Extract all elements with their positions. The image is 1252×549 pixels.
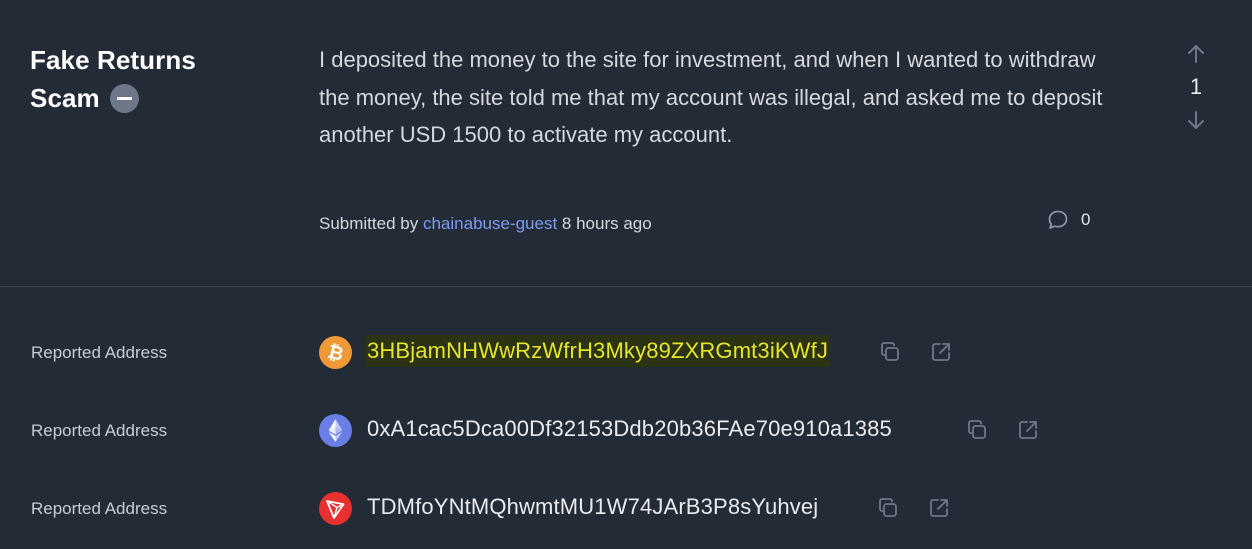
submitted-by: Submitted by chainabuse-guest 8 hours ag… [319, 212, 652, 236]
vote-controls: 1 [1170, 42, 1222, 132]
address-text[interactable]: 3HBjamNHWwRzWfrH3Mky89ZXRGmt3iKWfJ [365, 335, 831, 367]
copy-icon[interactable] [965, 418, 989, 442]
external-link-icon[interactable] [1016, 418, 1040, 442]
tron-icon [319, 492, 352, 525]
minus-icon[interactable] [109, 83, 139, 113]
external-link-icon[interactable] [927, 496, 951, 520]
comments-button[interactable]: 0 [1046, 208, 1090, 232]
vote-count: 1 [1189, 74, 1203, 99]
section-divider [0, 286, 1252, 287]
copy-icon[interactable] [876, 496, 900, 520]
submitted-time: 8 hours ago [561, 214, 652, 233]
reported-address-label: Reported Address [31, 421, 168, 440]
comment-count: 0 [1081, 210, 1091, 229]
ethereum-icon [319, 414, 352, 447]
report-page: Fake Returns Scam I deposited the money … [0, 0, 1252, 549]
reported-address-label: Reported Address [31, 499, 168, 518]
report-category-title: Fake Returns Scam [30, 41, 270, 117]
reported-address-label: Reported Address [31, 343, 168, 362]
bitcoin-icon: ₿ [319, 336, 352, 369]
address-text[interactable]: TDMfoYNtMQhwmtMU1W74JArB3P8sYuhvej [367, 491, 818, 523]
comment-bubble-icon [1048, 210, 1068, 229]
address-row-bitcoin: Reported Address ₿ 3HBjamNHWwRzWfrH3Mky8… [0, 333, 1252, 373]
report-description: I deposited the money to the site for in… [319, 47, 1103, 147]
address-text[interactable]: 0xA1cac5Dca00Df32153Ddb20b36FAe70e910a13… [367, 413, 892, 445]
title-line-2: Scam [30, 79, 270, 117]
external-link-icon[interactable] [929, 340, 953, 364]
submitted-prefix: Submitted by [319, 214, 419, 233]
copy-icon[interactable] [878, 340, 902, 364]
title-line-1: Fake Returns [30, 45, 196, 75]
upvote-arrow-icon[interactable] [1184, 42, 1208, 66]
address-row-ethereum: Reported Address 0xA1cac5Dca00Df32153Ddb… [0, 411, 1252, 451]
title-line-2-text: Scam [30, 83, 100, 113]
downvote-arrow-icon[interactable] [1184, 108, 1208, 132]
submitter-user-link[interactable]: chainabuse-guest [423, 214, 557, 233]
address-row-tron: Reported Address TDMfoYNtMQhwmtMU1W74JAr… [0, 489, 1252, 529]
